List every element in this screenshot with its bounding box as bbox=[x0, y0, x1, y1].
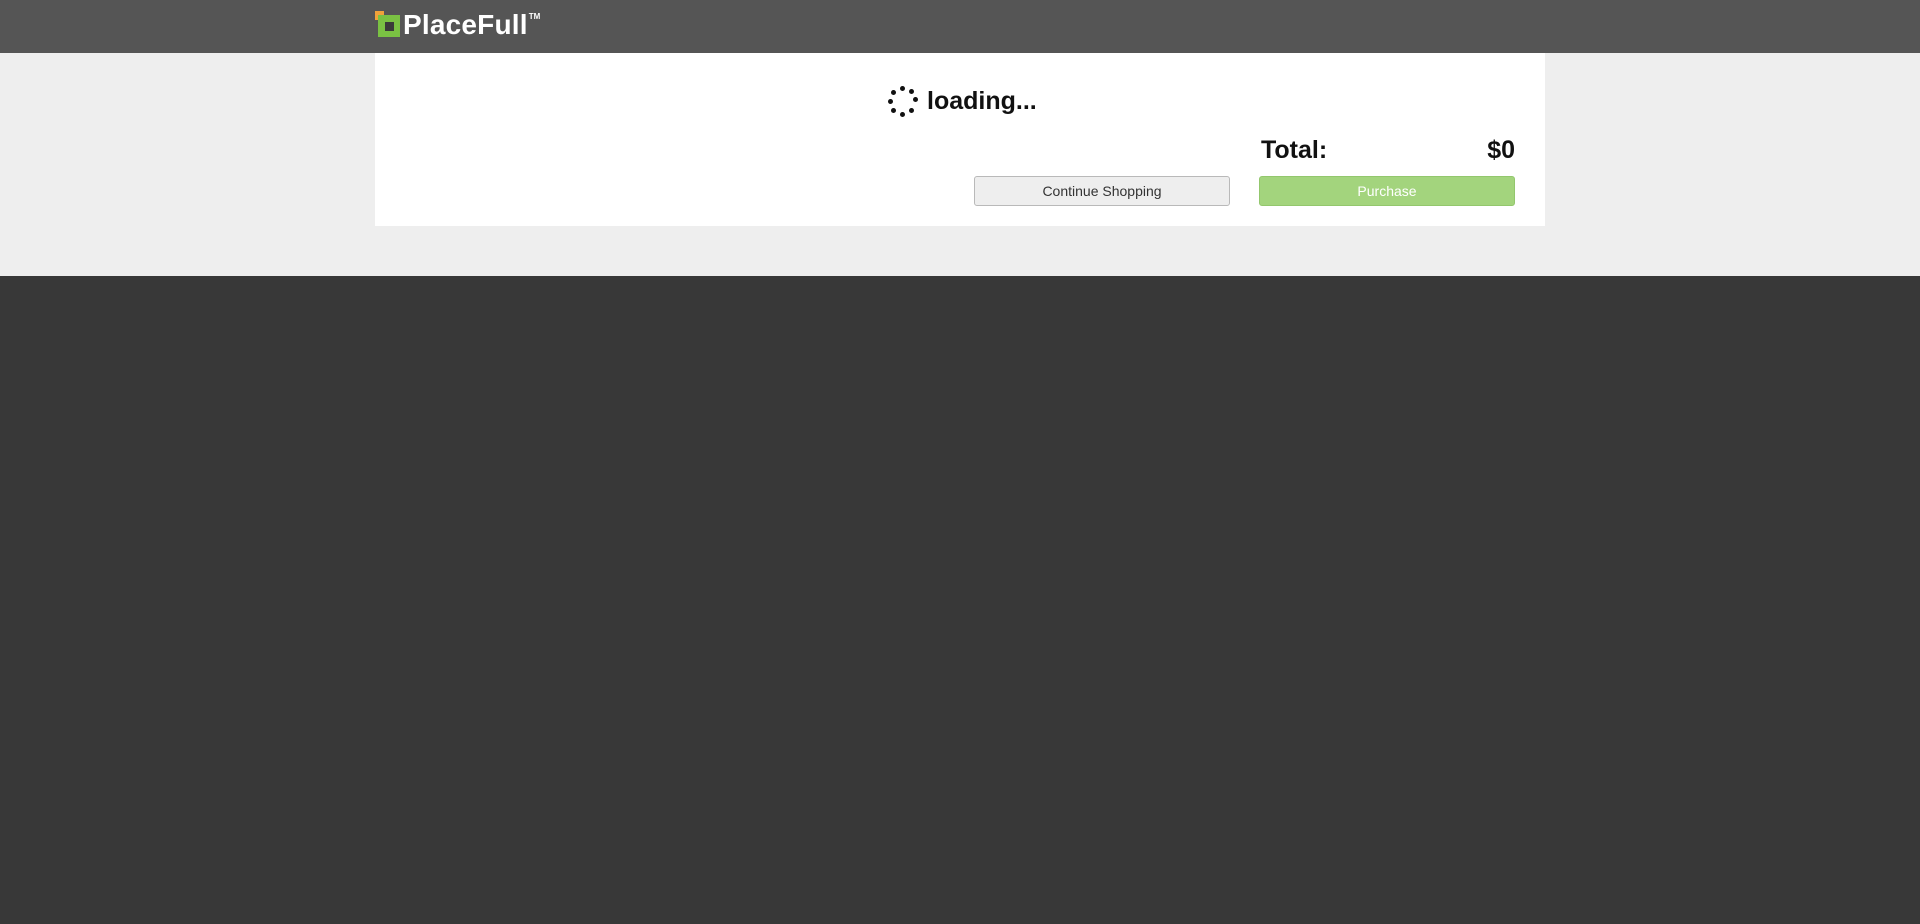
spinner-dot bbox=[909, 89, 914, 94]
spinner-dot bbox=[900, 86, 905, 91]
content-band: loading... Total: $0 Continue Shopping P… bbox=[0, 53, 1920, 276]
top-bar: PlaceFull TM bbox=[0, 0, 1920, 53]
purchase-button[interactable]: Purchase bbox=[1259, 176, 1515, 206]
spinner-dot bbox=[900, 112, 905, 117]
loading-indicator: loading... bbox=[887, 85, 1037, 117]
total-value: $0 bbox=[1487, 136, 1515, 164]
spinner-dot bbox=[891, 90, 896, 95]
logo-text: PlaceFull bbox=[403, 9, 528, 40]
spinner-dot bbox=[909, 108, 914, 113]
total-label: Total: bbox=[1261, 136, 1328, 164]
logo-trademark: TM bbox=[528, 12, 541, 21]
loading-text: loading... bbox=[927, 86, 1037, 115]
spinner-dot bbox=[913, 97, 918, 102]
cart-card: loading... Total: $0 Continue Shopping P… bbox=[375, 53, 1545, 226]
logo-mark-icon bbox=[375, 10, 401, 38]
placefull-logo[interactable]: PlaceFull TM bbox=[375, 10, 540, 40]
footer-area bbox=[0, 276, 1920, 924]
spinner-dot bbox=[891, 108, 896, 113]
spinner-dot bbox=[888, 99, 893, 104]
logo-dark-square bbox=[385, 22, 394, 31]
continue-shopping-button[interactable]: Continue Shopping bbox=[974, 176, 1230, 206]
spinner-icon bbox=[887, 85, 919, 117]
